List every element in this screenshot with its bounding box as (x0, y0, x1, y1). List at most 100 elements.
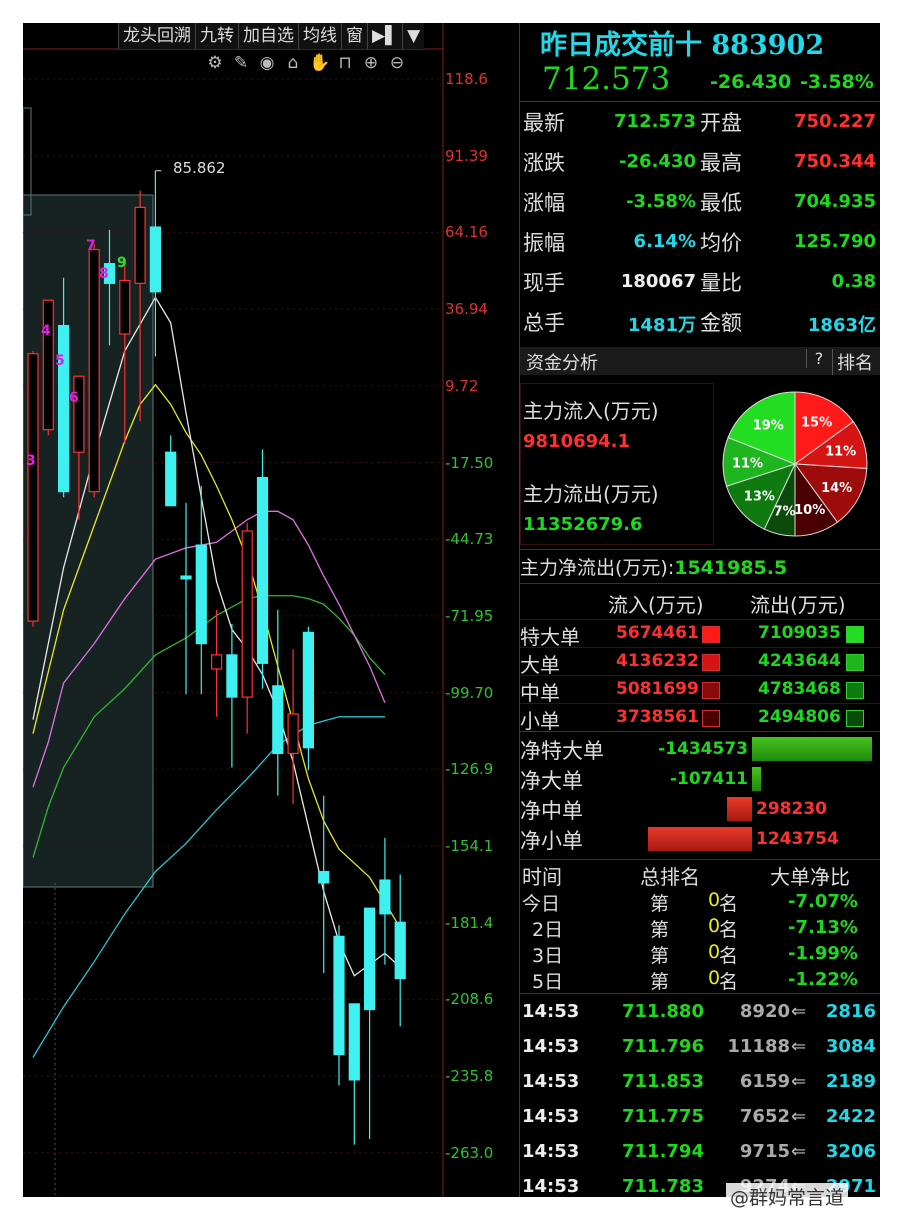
tick-volume: 7652 (739, 1106, 790, 1127)
rank-di: 第 (650, 893, 670, 915)
candle-body[interactable] (302, 631, 314, 749)
pie-label: 19% (753, 419, 784, 434)
candle-body[interactable] (57, 324, 70, 493)
toolbar-nine-turn[interactable]: 九转 (195, 23, 238, 49)
candle-body[interactable] (180, 575, 192, 580)
rank-ratio: -1.99% (788, 943, 858, 964)
y-tick-label: -263.0 (445, 1143, 494, 1162)
candle-body[interactable] (165, 451, 177, 507)
outflow-swatch (846, 682, 864, 699)
tick-row[interactable]: 14:53 711.794 9715 ⇐ 3206 (520, 1141, 880, 1171)
tick-time: 14:53 (522, 1036, 580, 1057)
fund-pie-chart: 15% 11% 14% 10%7%13% 11% 19% (722, 391, 868, 537)
candle-body[interactable] (394, 921, 406, 980)
pie-label: 11% (825, 445, 856, 460)
rank-ratio: -7.07% (788, 891, 858, 912)
pie-label: 10% (794, 503, 825, 518)
tick-price: 711.794 (622, 1141, 704, 1162)
quote-label: 量比 (700, 271, 742, 295)
tick-row[interactable]: 14:53 711.880 8920 ⇐ 2816 (520, 1001, 880, 1031)
quote-value: 1863亿 (807, 315, 876, 336)
lock-icon[interactable]: ⊓ (335, 53, 355, 73)
toolbar-moving-average[interactable]: 均线 (298, 23, 341, 49)
divider (520, 619, 880, 620)
y-tick-label: -44.73 (445, 530, 494, 549)
outflow-header: 流出(万元) (750, 593, 846, 617)
divider (520, 549, 880, 550)
help-button[interactable]: ? (806, 349, 831, 368)
rank-ming: 名 (719, 945, 739, 967)
tick-price: 711.783 (622, 1176, 704, 1197)
candle-body[interactable] (348, 1003, 360, 1081)
tick-count: 2422 (825, 1106, 876, 1127)
candle-body[interactable] (27, 353, 39, 622)
eye-icon[interactable]: ◉ (257, 53, 277, 73)
candle-body[interactable] (379, 879, 391, 915)
candle-body[interactable] (364, 907, 376, 1011)
candle-body[interactable] (241, 530, 253, 698)
quote-value: 750.344 (794, 151, 876, 172)
net-order-label: 净小单 (520, 829, 583, 853)
divider (520, 583, 880, 584)
toolbar-leader-backtrack[interactable]: 龙头回溯 (118, 23, 195, 49)
tick-price: 711.880 (622, 1001, 704, 1022)
toolbar-dropdown-icon[interactable]: ▼ (402, 23, 425, 49)
toolbar-add-watchlist[interactable]: 加自选 (238, 23, 298, 49)
nine-turn-label: 8 (99, 266, 109, 282)
candle-body[interactable] (287, 713, 299, 754)
net-order-label: 净中单 (520, 799, 583, 823)
order-inflow-value: 3738561 (616, 707, 699, 727)
candle-body[interactable] (318, 871, 330, 884)
order-outflow-value: 4783468 (758, 679, 841, 699)
candle-body[interactable] (73, 375, 85, 453)
print-icon[interactable]: ⌂ (283, 53, 303, 73)
quote-label: 最新 (523, 111, 565, 135)
main-outflow-label: 主力流出(万元) (523, 482, 659, 506)
net-bar (752, 737, 872, 761)
nine-turn-label: 7 (86, 238, 96, 254)
y-tick-label: -235.8 (445, 1067, 494, 1086)
fund-analysis-header: 资金分析 ? 排名 (520, 347, 880, 375)
tick-row[interactable]: 14:53 711.775 7652 ⇐ 2422 (520, 1106, 880, 1136)
toolbar-window[interactable]: 窗 (341, 23, 367, 49)
inflow-header: 流入(万元) (608, 593, 704, 617)
sell-arrow-icon: ⇐ (791, 1141, 807, 1162)
candle-body[interactable] (333, 935, 345, 1056)
candle-body[interactable] (195, 544, 207, 645)
divider (520, 703, 880, 704)
outflow-swatch (846, 710, 864, 727)
tick-row[interactable]: 14:53 711.796 11188 ⇐ 3084 (520, 1036, 880, 1066)
candle-body[interactable] (256, 476, 269, 664)
hand-icon[interactable]: ✋ (309, 53, 330, 73)
divider (520, 101, 880, 102)
y-tick-label: -126.9 (445, 760, 494, 779)
candle-body[interactable] (272, 685, 284, 754)
zoom-in-icon[interactable]: ⊕ (361, 53, 381, 73)
candle-body[interactable] (149, 226, 162, 293)
quote-panel: 昨日成交前十 883902 712.573 -26.430 -3.58% 最新 7… (520, 23, 880, 1197)
sell-arrow-icon: ⇐ (791, 1106, 807, 1127)
candle-body[interactable] (134, 206, 146, 284)
quote-label: 振幅 (523, 231, 565, 255)
pie-label: 7% (774, 504, 796, 519)
pie-label: 13% (744, 489, 775, 504)
draw-icon[interactable]: ✎ (231, 53, 251, 73)
quote-value: 1481万 (627, 315, 696, 336)
price-change: -26.430 (710, 71, 792, 93)
zoom-out-icon[interactable]: ⊖ (387, 53, 407, 73)
rank-di: 第 (650, 945, 670, 967)
rank-button[interactable]: 排名 (832, 349, 873, 375)
candle-body[interactable] (211, 654, 223, 670)
candle-body[interactable] (226, 654, 238, 698)
candle-body[interactable] (119, 279, 131, 335)
last-price: 712.573 (542, 61, 671, 97)
stock-terminal: 龙头回溯 九转 加自选 均线 窗 ▶▌ ▼ ⚙ ✎ ◉ ⌂ ✋ ⊓ ⊕ ⊖ 85.862 11… (23, 23, 880, 1197)
toolbar-expand-icon[interactable]: ▶▌ (367, 23, 403, 49)
tick-row[interactable]: 14:53 711.853 6159 ⇐ 2189 (520, 1071, 880, 1101)
peak-price-label: 85.862 (173, 159, 226, 177)
y-tick-label: -181.4 (445, 913, 494, 932)
settings-icon[interactable]: ⚙ (205, 53, 225, 73)
candle-body[interactable] (42, 299, 54, 431)
y-tick-label: -17.50 (445, 453, 494, 472)
candle-body[interactable] (88, 248, 100, 493)
